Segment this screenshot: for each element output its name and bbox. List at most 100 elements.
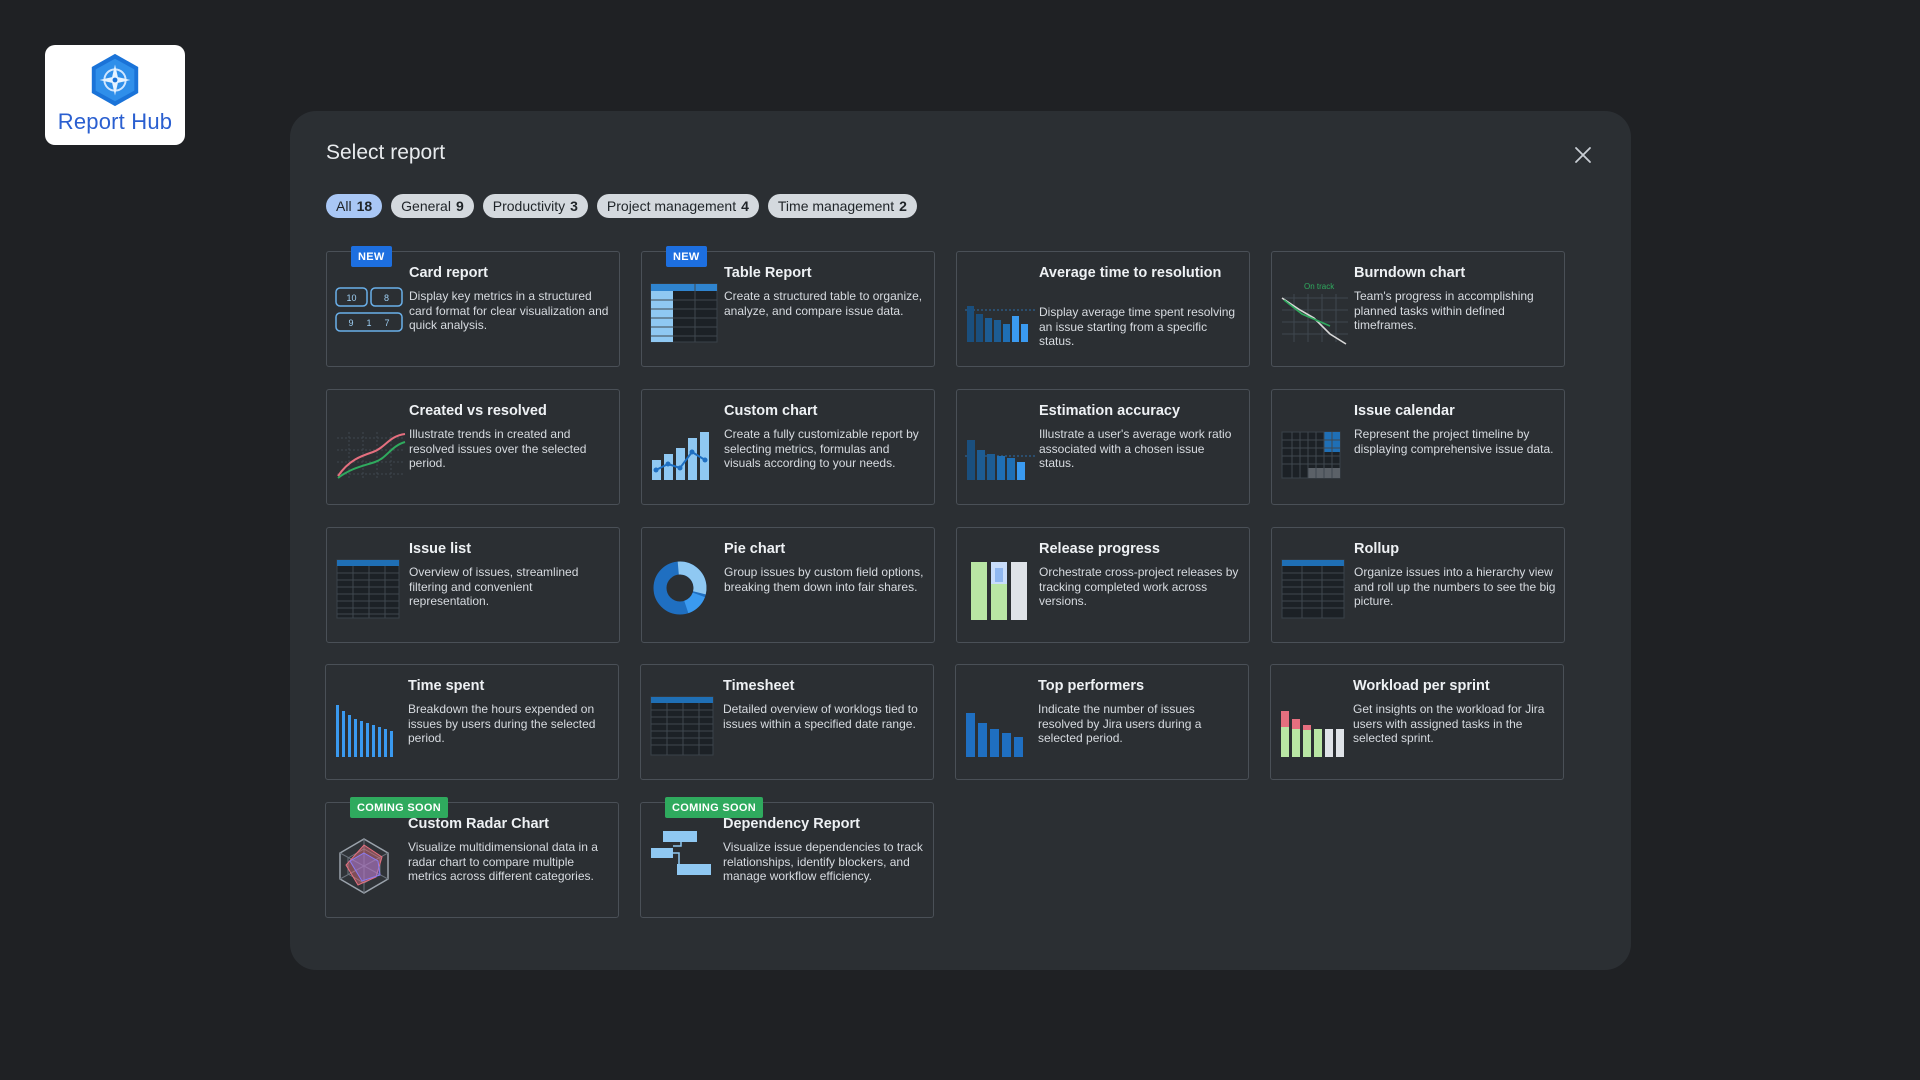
report-card-created-vs-resolved[interactable]: Created vs resolved Illustrate trends in… — [326, 389, 620, 505]
burndown-icon: On track — [1280, 280, 1352, 354]
custom-chart-icon — [650, 418, 722, 492]
report-card-burndown-chart[interactable]: On track Burndown chart Team's progress … — [1271, 251, 1565, 367]
pie-chart-icon — [650, 556, 722, 630]
filter-chip-project-management[interactable]: Project management 4 — [596, 194, 759, 218]
report-card-top-performers[interactable]: Top performers Indicate the number of is… — [955, 664, 1249, 780]
issue-calendar-icon — [1280, 418, 1352, 492]
report-description: Display average time spent resolving an … — [1039, 305, 1236, 349]
estimation-accuracy-icon — [965, 418, 1037, 492]
report-description: Overview of issues, streamlined filterin… — [409, 565, 579, 609]
rollup-icon — [1280, 556, 1352, 630]
report-title: Release progress — [1039, 541, 1160, 557]
report-description: Team's progress in accomplishing planned… — [1354, 289, 1534, 333]
report-card-pie-chart[interactable]: Pie chart Group issues by custom field o… — [641, 527, 935, 643]
category-filters: All 18 General 9 Productivity 3 Project man… — [326, 194, 917, 218]
report-card-rollup[interactable]: Rollup Organize issues into a hierarchy … — [1271, 527, 1565, 643]
report-title: Top performers — [1038, 678, 1145, 694]
dialog-title: Select report — [326, 141, 446, 164]
filter-label: Time management — [777, 198, 895, 214]
created-vs-resolved-icon — [335, 418, 407, 492]
new-badge: NEW — [351, 246, 392, 267]
filter-count: 18 — [356, 198, 373, 214]
report-description: Orchestrate cross-project releases by tr… — [1039, 565, 1239, 609]
close-button[interactable] — [1571, 143, 1595, 167]
filter-label: General — [401, 198, 451, 214]
report-title: Dependency Report — [723, 816, 860, 832]
on-track-label: On track — [1304, 282, 1335, 291]
report-card-custom-radar-chart[interactable]: COMING SOON Custom Radar Chart Visualize… — [325, 797, 619, 918]
report-title: Custom chart — [724, 403, 818, 419]
card-value: 9 — [348, 318, 353, 328]
close-icon[interactable] — [1571, 143, 1595, 167]
report-hub-logo-icon — [91, 53, 139, 107]
report-card-estimation-accuracy[interactable]: Estimation accuracy Illustrate a user's … — [956, 389, 1250, 505]
report-title: Pie chart — [724, 541, 786, 557]
report-description: Create a structured table to organize, a… — [724, 289, 923, 318]
report-description: Display key metrics in a structured card… — [409, 289, 609, 333]
report-description: Create a fully customizable report by se… — [724, 427, 919, 471]
report-card-average-time-to-resolution[interactable]: Average time to resolution Display avera… — [956, 251, 1250, 367]
card-value: 8 — [384, 293, 389, 303]
new-badge: NEW — [666, 246, 707, 267]
report-description: Illustrate a user's average work ratio a… — [1039, 427, 1232, 471]
report-title: Created vs resolved — [409, 403, 547, 419]
report-title: Time spent — [408, 678, 485, 694]
report-title: Custom Radar Chart — [408, 816, 549, 832]
coming-soon-badge: COMING SOON — [665, 797, 763, 818]
report-title: Burndown chart — [1354, 265, 1466, 281]
report-description: Indicate the number of issues resolved b… — [1038, 702, 1202, 746]
report-card-custom-chart[interactable]: Custom chart Create a fully customizable… — [641, 389, 935, 505]
report-card-card-report[interactable]: NEW 10 8 9 1 7 Card report Display key m… — [326, 246, 620, 367]
report-card-issue-calendar[interactable]: Issue calendar Represent the project tim… — [1271, 389, 1565, 505]
report-card-issue-list[interactable]: Issue list Overview of issues, streamlin… — [326, 527, 620, 643]
report-description: Breakdown the hours expended on issues b… — [408, 702, 596, 746]
report-card-workload-per-sprint[interactable]: Workload per sprint Get insights on the … — [1270, 664, 1564, 780]
report-card-time-spent[interactable]: Time spent Breakdown the hours expended … — [325, 664, 619, 780]
card-report-icon: 10 8 9 1 7 — [335, 280, 407, 354]
filter-label: All — [336, 198, 352, 214]
report-description: Get insights on the workload for Jira us… — [1353, 702, 1545, 746]
filter-count: 2 — [899, 198, 907, 214]
filter-count: 4 — [741, 198, 749, 214]
report-title: Estimation accuracy — [1039, 403, 1181, 419]
report-description: Detailed overview of worklogs tied to is… — [723, 702, 918, 731]
report-title: Workload per sprint — [1353, 678, 1490, 694]
report-description: Illustrate trends in created and resolve… — [409, 427, 587, 471]
report-title: Table Report — [724, 265, 812, 281]
timesheet-icon — [649, 693, 721, 767]
report-card-release-progress[interactable]: Release progress Orchestrate cross-proje… — [956, 527, 1250, 643]
report-title: Issue calendar — [1354, 403, 1455, 419]
card-value: 10 — [346, 293, 356, 303]
report-title: Card report — [409, 265, 488, 281]
report-card-timesheet[interactable]: Timesheet Detailed overview of worklogs … — [640, 664, 934, 780]
filter-chip-general[interactable]: General 9 — [391, 194, 474, 218]
filter-chip-productivity[interactable]: Productivity 3 — [482, 194, 588, 218]
issue-list-icon — [335, 556, 407, 630]
filter-label: Productivity — [492, 198, 566, 214]
filter-count: 3 — [570, 198, 578, 214]
report-title: Timesheet — [723, 678, 795, 694]
filter-label: Project management — [606, 198, 737, 214]
release-progress-icon — [965, 556, 1037, 630]
radar-chart-icon — [334, 831, 406, 905]
report-description: Visualize issue dependencies to track re… — [723, 840, 923, 884]
filter-chip-time-management[interactable]: Time management 2 — [767, 194, 917, 218]
workload-icon — [1279, 693, 1351, 767]
report-description: Visualize multidimensional data in a rad… — [408, 840, 598, 884]
card-value: 7 — [384, 318, 389, 328]
card-value: 1 — [366, 318, 371, 328]
filter-count: 9 — [455, 198, 464, 214]
table-report-icon — [650, 280, 722, 354]
select-report-dialog: Select report All 18 General 9 Productivit… — [290, 111, 1631, 970]
dependency-icon — [649, 831, 721, 905]
top-performers-icon — [964, 693, 1036, 767]
time-spent-icon — [334, 693, 406, 767]
coming-soon-badge: COMING SOON — [350, 797, 448, 818]
report-card-dependency-report[interactable]: COMING SOON Dependency Report Visualize … — [640, 797, 934, 918]
report-title: Rollup — [1354, 541, 1400, 557]
report-hub-logo: Report Hub — [45, 45, 185, 145]
logo-text: Report Hub — [57, 109, 173, 134]
report-description: Group issues by custom field options, br… — [724, 565, 924, 594]
filter-chip-all[interactable]: All 18 — [326, 194, 383, 218]
report-card-table-report[interactable]: NEW Table Report Create a structured tab… — [641, 246, 935, 367]
